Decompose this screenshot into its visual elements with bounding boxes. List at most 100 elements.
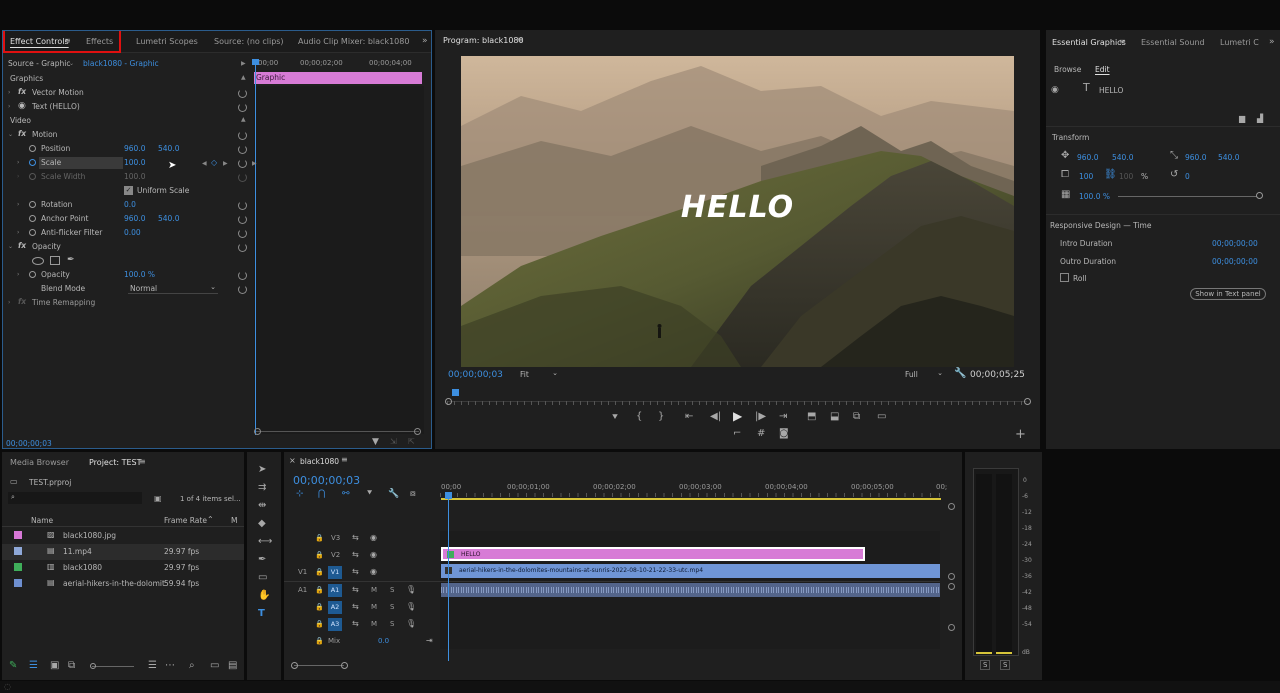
eg-pos-y[interactable]: 540.0	[1112, 153, 1133, 162]
quality-select[interactable]: Full ⌄	[905, 369, 945, 381]
list-item[interactable]: ▤ aerial-hikers-in-the-dolomit 59.94 fps	[2, 576, 244, 592]
more-tabs-icon[interactable]: »	[1269, 37, 1275, 47]
ec-ruler[interactable]: 00;00 00;00;02;00 00;00;04;00	[254, 58, 424, 70]
lock-icon[interactable]: 🔒	[315, 567, 324, 577]
expand-icon[interactable]: ›	[17, 159, 19, 166]
expand-icon[interactable]: ›	[17, 201, 19, 208]
reset-icon[interactable]	[238, 229, 247, 238]
zoom-slider-thumb[interactable]	[90, 663, 96, 669]
tab-lumetri-color[interactable]: Lumetri C	[1220, 38, 1259, 47]
automate-icon[interactable]: ⋯	[165, 661, 175, 671]
ec-scroll-end[interactable]	[414, 428, 421, 435]
reset-icon[interactable]	[238, 131, 247, 140]
eg-layer-name[interactable]: HELLO	[1099, 86, 1123, 95]
hand-tool-icon[interactable]: ✋	[258, 591, 270, 601]
go-to-in-icon[interactable]: ⇤	[685, 412, 693, 422]
sync-lock-icon[interactable]: ⇆	[352, 550, 359, 560]
lock-icon[interactable]: 🔒	[315, 585, 324, 595]
source-patch-v1[interactable]: V1	[298, 568, 307, 576]
eg-intro-value[interactable]: 00;00;00;00	[1212, 239, 1258, 248]
export-icon[interactable]: ⇲	[390, 437, 397, 447]
track-select-tool-icon[interactable]: ⇉	[258, 483, 266, 493]
timeline-playhead-handle[interactable]	[445, 492, 452, 499]
position-x-value[interactable]: 960.0	[124, 144, 145, 153]
track-target-a1[interactable]: A1	[328, 584, 342, 597]
find-icon[interactable]: ⌕	[189, 661, 195, 671]
timeline-ruler[interactable]: 00;00 00;00;01;00 00;00;02;00 00;00;03;0…	[440, 481, 950, 499]
linked-selection-icon[interactable]: ⚯	[342, 489, 350, 499]
track-target-a3[interactable]: A3	[328, 618, 342, 631]
eg-rotation[interactable]: 0	[1185, 172, 1190, 181]
program-playhead[interactable]	[452, 389, 459, 396]
ec-timecode[interactable]: 00;00;00;03	[6, 439, 52, 448]
new-folder-icon[interactable]: ▆	[1239, 114, 1245, 124]
reset-icon[interactable]	[238, 215, 247, 224]
expand-icon[interactable]: ›	[17, 229, 19, 236]
anchor-y-value[interactable]: 540.0	[158, 214, 179, 223]
extract-icon[interactable]: ⬓	[830, 412, 839, 422]
list-item[interactable]: ▥ black1080 29.97 fps	[2, 560, 244, 576]
eg-anchor-y[interactable]: 540.0	[1218, 153, 1239, 162]
more-tabs-icon[interactable]: »	[422, 36, 428, 46]
reset-icon[interactable]	[238, 145, 247, 154]
sync-lock-icon[interactable]: ⇆	[352, 585, 359, 595]
vector-motion-row[interactable]: › fx Vector Motion	[3, 87, 431, 101]
filter-icon[interactable]: ▼	[372, 437, 379, 447]
marker-icon[interactable]: ⯆	[611, 413, 619, 423]
ec-playhead-handle[interactable]	[252, 59, 259, 65]
lock-icon[interactable]: 🔒	[315, 636, 324, 646]
expand-icon[interactable]: ›	[8, 103, 10, 110]
text-layer-row[interactable]: › ◉ Text (HELLO)	[3, 101, 431, 115]
wrench-icon[interactable]: 🔧	[954, 369, 966, 379]
collapse-icon[interactable]: ▲	[241, 116, 246, 123]
new-layer-icon[interactable]: ▟	[1257, 114, 1263, 124]
new-bin-icon[interactable]: ▭	[210, 661, 219, 671]
stopwatch-icon[interactable]	[29, 271, 36, 278]
program-viewer[interactable]: HELLO	[461, 56, 1014, 367]
scrub-start[interactable]	[445, 398, 452, 405]
reset-icon[interactable]	[238, 89, 247, 98]
clip-label[interactable]: black1080 - Graphic	[83, 59, 159, 68]
blend-mode-select[interactable]: Normal ⌄	[128, 283, 218, 294]
track-name-v2[interactable]: V2	[331, 551, 340, 559]
work-area-bar[interactable]	[441, 498, 941, 500]
clip-hello[interactable]: HELLO	[441, 547, 865, 561]
rotation-value[interactable]: 0.0	[124, 200, 136, 209]
slip-tool-icon[interactable]: ⟷	[258, 537, 272, 547]
zoom-slider[interactable]	[92, 666, 134, 667]
tab-essential-graphics[interactable]: Essential Graphics	[1052, 38, 1126, 47]
tab-essential-sound[interactable]: Essential Sound	[1141, 38, 1205, 47]
anchor-x-value[interactable]: 960.0	[124, 214, 145, 223]
expand-icon[interactable]: ›	[8, 299, 10, 306]
panel-menu-icon[interactable]: ≡	[1119, 37, 1126, 47]
solo-button[interactable]: S	[390, 586, 394, 594]
stopwatch-icon[interactable]	[29, 159, 36, 166]
microphone-icon[interactable]: 🎙	[406, 602, 416, 612]
eye-icon[interactable]: ◉	[370, 567, 377, 577]
reset-icon[interactable]	[238, 201, 247, 210]
timeline-timecode[interactable]: 00;00;00;03	[293, 474, 360, 487]
sync-lock-icon[interactable]: ⇆	[352, 533, 359, 543]
program-title[interactable]: Program: black1080	[443, 36, 524, 45]
source-patch-a1[interactable]: A1	[298, 586, 307, 594]
sync-lock-icon[interactable]: ⇆	[352, 602, 359, 612]
microphone-icon[interactable]: 🎙	[406, 619, 416, 629]
pencil-icon[interactable]: ✎	[9, 661, 17, 671]
sort-icons-icon[interactable]: ☰	[148, 661, 157, 671]
timeline-h-scroll-start[interactable]	[291, 662, 298, 669]
lock-icon[interactable]: 🔒	[315, 550, 324, 560]
rectangle-tool-icon[interactable]: ▭	[258, 573, 267, 583]
add-button-icon[interactable]: +	[1015, 428, 1026, 441]
col-media[interactable]: M	[231, 516, 237, 525]
captions-icon[interactable]: ⧇	[410, 489, 416, 499]
clip-audio[interactable]	[441, 583, 940, 597]
panel-menu-icon[interactable]: ≡	[516, 35, 523, 45]
antiflicker-value[interactable]: 0.00	[124, 228, 141, 237]
eg-pos-x[interactable]: 960.0	[1077, 153, 1098, 162]
go-to-end-icon[interactable]: ⇥	[426, 636, 433, 646]
eg-scale[interactable]: 100	[1079, 172, 1093, 181]
list-item[interactable]: ▨ black1080.jpg	[2, 528, 244, 544]
ec-scroll-start[interactable]	[254, 428, 261, 435]
clip-video[interactable]: aerial-hikers-in-the-dolomites-mountains…	[441, 564, 940, 578]
ellipse-mask-icon[interactable]	[32, 257, 44, 265]
